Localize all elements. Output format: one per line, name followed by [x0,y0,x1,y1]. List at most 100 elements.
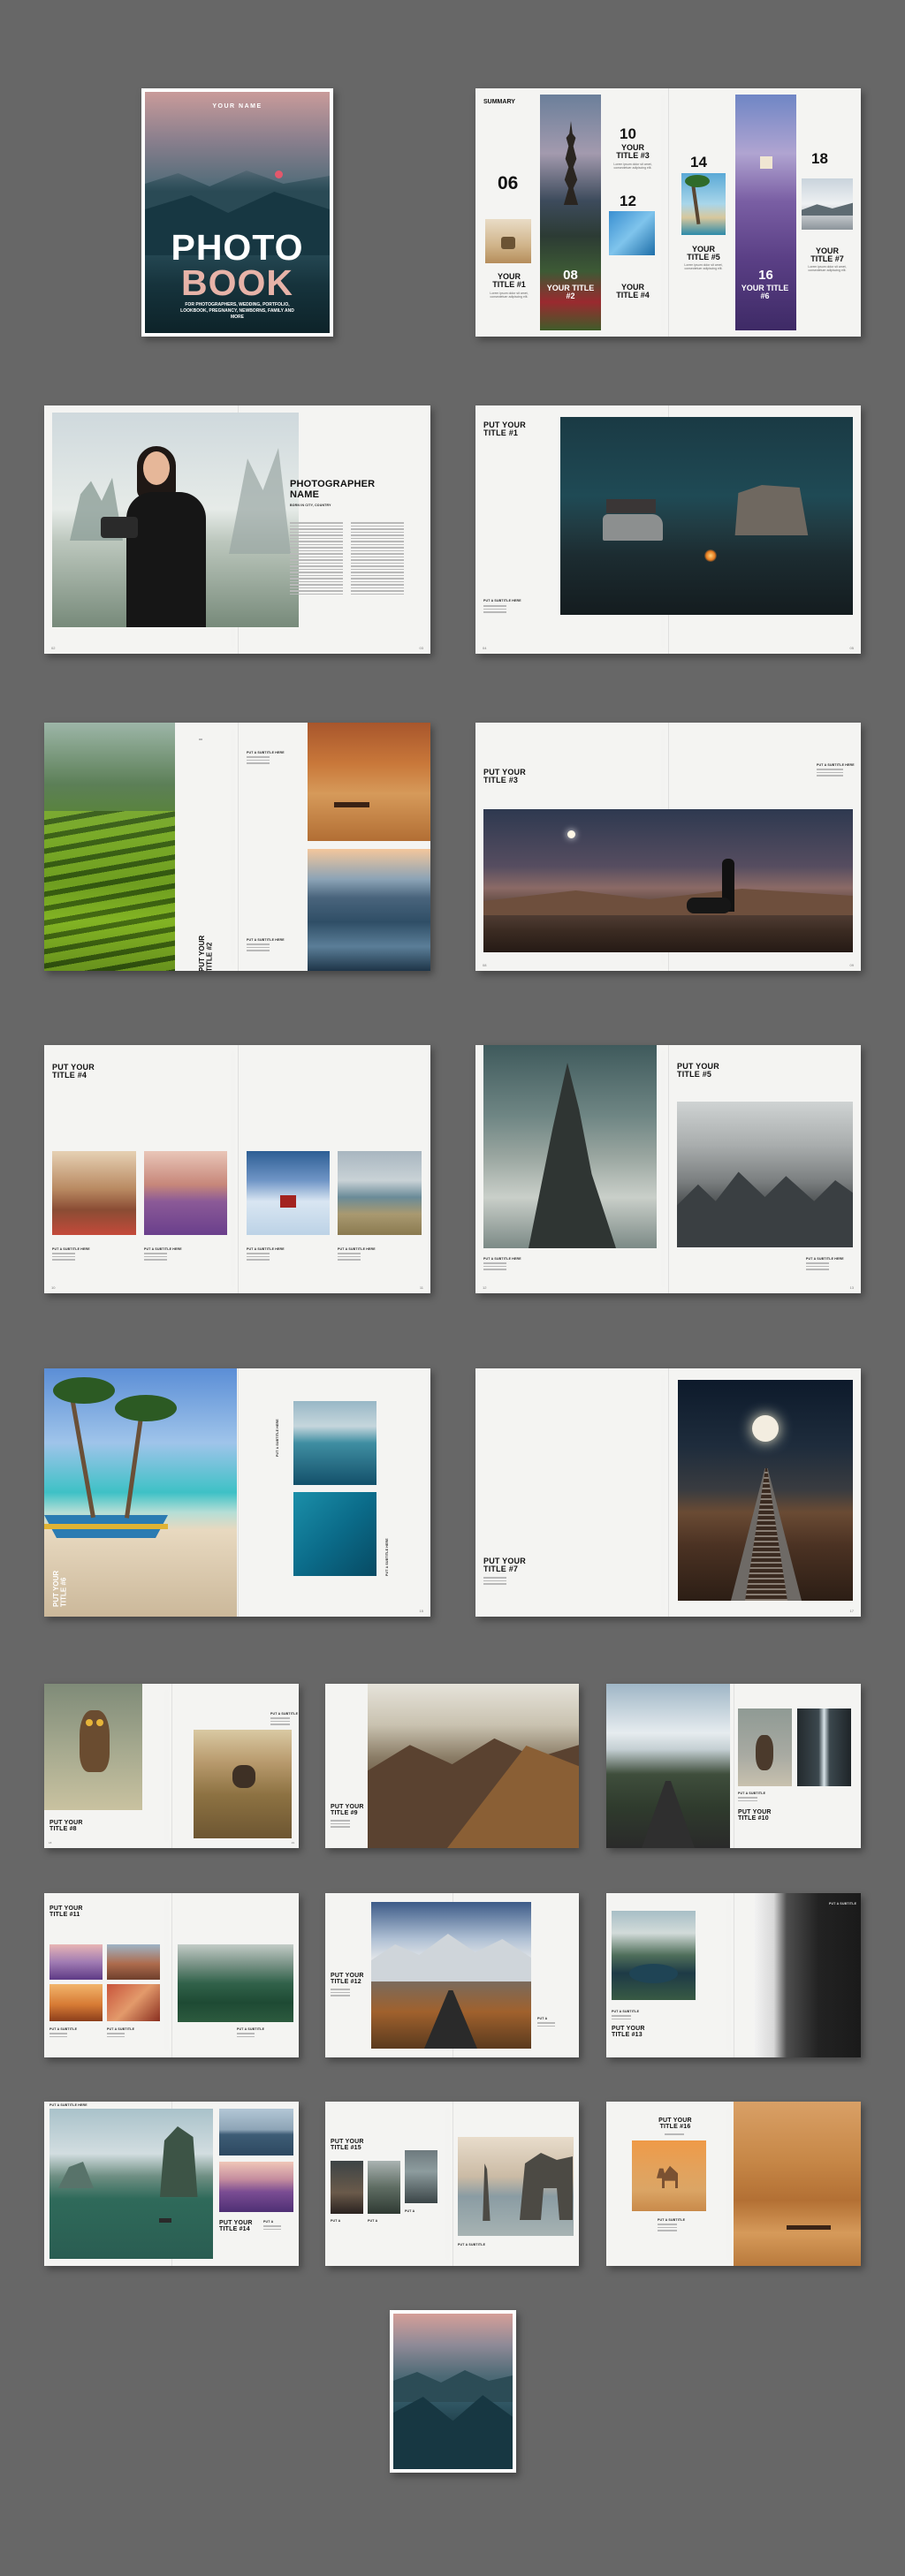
summary-num-5: 14 [690,154,707,170]
title-2: PUT YOUR TITLE #2 [198,935,214,971]
photo-lavender-sunset [144,1151,227,1235]
summary-photo-1 [485,219,531,263]
title5-spread: PUT YOUR TITLE #5 PUT A SUBTITLE HERE PU… [475,1045,861,1293]
summary-text-7: Lorem ipsum dolor sit amet, consectetuer… [808,265,847,273]
title11-spread: PUT YOUR TITLE #11 PUT A SUBTITLE PUT A … [44,1893,299,2057]
photographer-bio-col1 [290,522,343,596]
photo-rock-peak [483,1045,657,1248]
subtitle-1: PUT A SUBTITLE HERE [483,599,521,602]
photo-mountain-highway [371,1902,531,2049]
title-13: PUT YOUR TITLE #13 [612,2026,645,2039]
title-14: PUT YOUR TITLE #14 [219,2220,253,2233]
summary-title-4: YOUR TITLE #4 [616,283,650,300]
photo-frozen-coast [308,849,430,971]
title-7: PUT YOUR TITLE #7 [483,1557,526,1574]
photo-moon-railway [678,1380,853,1601]
title12-spread: PUT YOUR TITLE #12 PUT A [325,1893,579,2057]
photo-market [52,1151,136,1235]
title-9: PUT YOUR TITLE #9 [331,1804,364,1817]
title-15: PUT YOUR TITLE #15 [331,2139,364,2152]
photo-snow-mountains [677,1102,853,1247]
summary-heading: SUMMARY [483,99,515,105]
title7-spread: PUT YOUR TITLE #7 17 [475,1368,861,1617]
photo-canyon [107,1944,160,1980]
title8-spread: PUT YOUR TITLE #8 PUT A SUBTITLE 18 19 [44,1684,299,1848]
photo-halong-bay [49,2109,213,2259]
summary-photo-7 [802,178,853,230]
photo-mountain-ridge [368,1684,579,1848]
photographer-bio-col2 [351,522,404,596]
photo-black-sand-beach [755,1893,861,2057]
summary-title-1: YOUR TITLE #1 [492,272,526,290]
back-cover-photo [393,2314,513,2469]
title-6: PUT YOUR TITLE #6 [52,1570,68,1607]
title-4: PUT YOUR TITLE #4 [52,1063,95,1080]
summary-text-1: Lorem ipsum dolor sit amet, consectetuer… [490,292,529,299]
photo-sea-arch [458,2137,574,2236]
title-1: PUT YOUR TITLE #1 [483,420,526,438]
photographer-name: PHOTOGRAPHER NAME [290,479,376,500]
photo-deer [738,1708,792,1786]
summary-text-3: Lorem ipsum dolor sit amet, consectetuer… [613,163,652,170]
title-11: PUT YOUR TITLE #11 [49,1905,83,1919]
photographer-location: BORN IN CITY, COUNTRY [290,504,331,507]
title10-spread: PUT A SUBTITLE PUT YOUR TITLE #10 [606,1684,861,1848]
summary-title-3: YOUR TITLE #3 [616,143,650,161]
photo-lavender-rows [219,2162,293,2212]
summary-text-5: Lorem ipsum dolor sit amet, consectetuer… [684,263,723,271]
photo-dunes-caravan [734,2102,861,2266]
photo-moon-motorbike [483,809,853,952]
summary-num-3: 10 [620,125,636,142]
title-12: PUT YOUR TITLE #12 [331,1973,364,1986]
photo-lavender-field [49,1944,103,1980]
photo-camel [632,2140,706,2211]
front-cover: YOUR NAME PHOTO BOOK FOR PHOTOGRAPHERS, … [141,88,333,337]
photographer-spread: PHOTOGRAPHER NAME BORN IN CITY, COUNTRY … [44,405,430,654]
photo-desert-dunes-orange [49,1984,103,2021]
summary-title-6: YOUR TITLE #6 [741,284,789,301]
title-10: PUT YOUR TITLE #10 [738,1809,772,1822]
title6-spread: PUT YOUR TITLE #6 PUT A SUBTITLE HERE PU… [44,1368,430,1617]
title-16: PUT YOUR TITLE #16 [658,2118,692,2131]
photo-rice-terraces [44,723,175,971]
title-3: PUT YOUR TITLE #3 [483,768,526,785]
cover-tagline: FOR PHOTOGRAPHERS, WEDDING, PORTFOLIO, L… [180,302,294,320]
photo-mountain-lake [612,1911,696,2000]
title-5: PUT YOUR TITLE #5 [677,1062,719,1080]
title15-spread: PUT YOUR TITLE #15 PUT A PUT A PUT A PUT… [325,2102,579,2266]
photo-green-valley [178,1944,293,2022]
title-8: PUT YOUR TITLE #8 [49,1820,83,1833]
photo-cabin-night [331,2161,363,2214]
photo-elephant [194,1730,292,1838]
title16-spread: PUT YOUR TITLE #16 PUT A SUBTITLE [606,2102,861,2266]
photo-beach-palms [44,1368,237,1617]
photo-river-cliffs [405,2150,437,2203]
title9-spread: PUT YOUR TITLE #9 [325,1684,579,1848]
summary-num-4: 12 [620,193,636,209]
summary-num-6: 16 [758,268,773,283]
title4-spread: PUT YOUR TITLE #4 PUT A SUBTITLE HERE PU… [44,1045,430,1293]
cover-title-photo: PHOTO [171,227,304,268]
summary-title-7: YOUR TITLE #7 [810,246,844,264]
photo-owl [44,1684,142,1810]
photo-forest-peaks [368,2161,400,2214]
photo-red-sand [107,1984,160,2021]
photo-desert-camels [308,723,430,841]
summary-num-2: 08 [563,268,578,283]
photo-winter-road [606,1684,730,1848]
title14-spread: PUT YOUR TITLE #14 PUT A PUT A SUBTITLE … [44,2102,299,2266]
summary-photo-4 [609,211,655,255]
photo-camping-car [560,417,853,615]
title1-spread: PUT YOUR TITLE #1 PUT A SUBTITLE HERE 04… [475,405,861,654]
summary-spread: SUMMARY 06 YOUR TITLE #1 Lorem ipsum dol… [475,88,861,337]
back-cover [390,2310,516,2473]
photo-waterfall [797,1708,851,1786]
summary-num-7: 18 [811,150,828,167]
title3-spread: PUT YOUR TITLE #3 PUT A SUBTITLE HERE 08… [475,723,861,971]
photo-red-cabin [247,1151,330,1235]
photo-ocean-swimmers [293,1492,376,1576]
cover-your-name: YOUR NAME [212,103,262,110]
title2-spread: PUT YOUR TITLE #2 PUT A SUBTITLE HERE PU… [44,723,430,971]
cover-title-book: BOOK [181,262,293,303]
photo-sea-dusk [219,2109,293,2156]
